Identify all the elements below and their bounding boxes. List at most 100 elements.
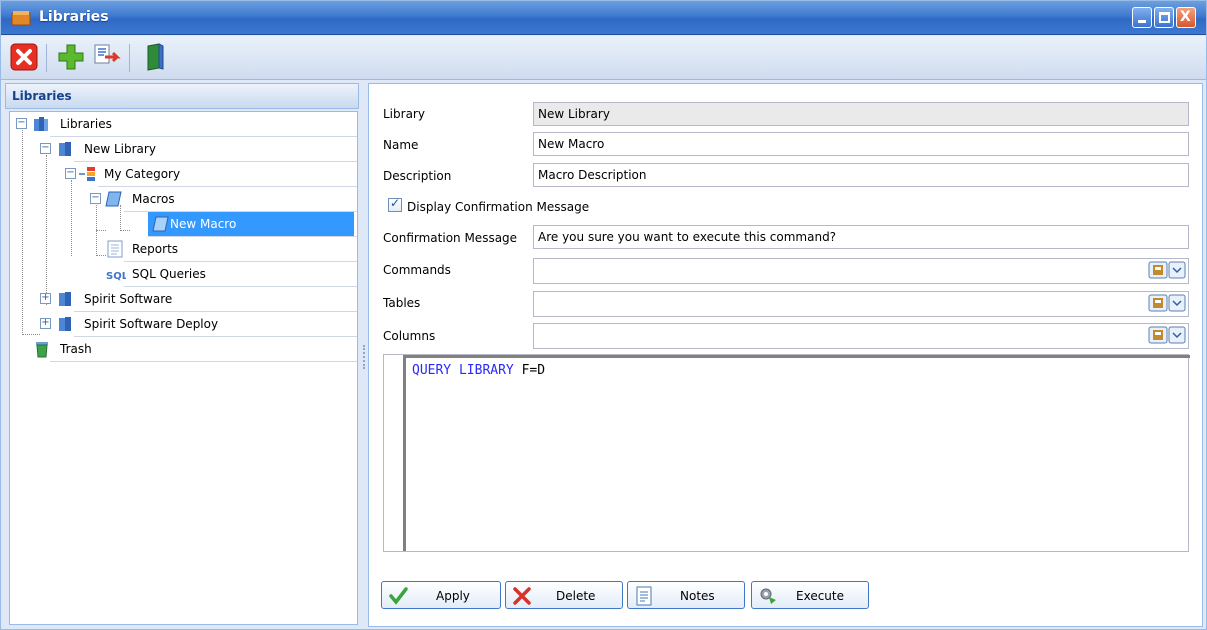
tree-item-label: Libraries: [60, 117, 112, 131]
editor-border: [384, 355, 1190, 358]
code-line: QUERY LIBRARY F=D: [412, 363, 545, 378]
sql-icon: SQL: [106, 271, 126, 282]
library-icon: [34, 117, 48, 131]
tree-line: [96, 230, 106, 231]
tree-line: [120, 230, 130, 231]
confirmation-message-field[interactable]: Are you sure you want to execute this co…: [533, 225, 1189, 249]
query-editor[interactable]: QUERY LIBRARY F=D: [383, 354, 1190, 552]
commands-picker-icon[interactable]: [1148, 261, 1186, 279]
close-button[interactable]: X: [1176, 7, 1196, 28]
tree-item-macros[interactable]: Macros: [124, 187, 357, 212]
tree-item-label: My Category: [104, 167, 181, 181]
tree-item-label: New Library: [84, 142, 156, 156]
expand-icon[interactable]: +: [40, 318, 51, 329]
app-icon: [11, 11, 31, 26]
notes-icon: [636, 586, 652, 606]
library-label: Library: [383, 107, 425, 121]
expand-icon[interactable]: +: [40, 293, 51, 304]
tree-item-trash[interactable]: Trash: [50, 337, 357, 362]
libraries-window: Libraries X Libraries Libraries − New Li…: [0, 0, 1207, 630]
libraries-panel: Libraries Libraries − New Library − My C…: [5, 83, 359, 627]
export-toolbar-button[interactable]: [91, 42, 121, 72]
window-title: Libraries: [39, 9, 109, 25]
scroll-icon: [152, 216, 169, 232]
commands-field[interactable]: [533, 258, 1189, 284]
code-keyword: QUERY LIBRARY: [412, 363, 514, 378]
collapse-icon[interactable]: −: [65, 168, 76, 179]
tree-item-label: Macros: [132, 192, 175, 206]
toolbar-separator: [46, 44, 47, 72]
description-field[interactable]: Macro Description: [533, 163, 1189, 187]
tree-item-my-category[interactable]: My Category: [98, 162, 357, 187]
collapse-icon[interactable]: −: [90, 193, 101, 204]
apply-label: Apply: [436, 589, 470, 603]
panel-header: Libraries: [5, 83, 359, 109]
tree-line: [46, 155, 47, 305]
collapse-icon[interactable]: −: [16, 118, 27, 129]
check-icon: ✓: [390, 196, 401, 210]
toolbar-separator: [129, 44, 130, 72]
close-icon: X: [1180, 9, 1191, 25]
collapse-icon[interactable]: −: [40, 143, 51, 154]
tree-item-spirit-software[interactable]: Spirit Software: [74, 287, 357, 312]
tree-item-spirit-software-deploy[interactable]: Spirit Software Deploy: [74, 312, 357, 337]
maximize-button[interactable]: [1154, 7, 1174, 28]
tree-item-reports[interactable]: Reports: [124, 237, 357, 262]
book-icon: [147, 43, 164, 71]
delete-button[interactable]: Delete: [505, 581, 623, 609]
columns-field[interactable]: [533, 323, 1189, 349]
code-text: F=D: [513, 363, 546, 378]
panel-splitter[interactable]: [360, 83, 368, 627]
display-confirmation-label[interactable]: Display Confirmation Message: [407, 200, 589, 214]
export-icon: [94, 44, 121, 64]
tables-picker-icon[interactable]: [1148, 294, 1186, 312]
notes-label: Notes: [680, 589, 715, 603]
trash-icon: [36, 342, 48, 358]
apply-button[interactable]: Apply: [381, 581, 501, 609]
editor-gutter: [384, 355, 406, 551]
tree-line: [120, 205, 121, 231]
tree-line: [96, 255, 106, 256]
book-icon: [59, 292, 71, 306]
tables-field[interactable]: [533, 291, 1189, 317]
tree-item-label: New Macro: [170, 217, 237, 231]
tree-line: [22, 130, 23, 335]
name-field[interactable]: New Macro: [533, 132, 1189, 156]
title-bar[interactable]: Libraries X: [1, 1, 1206, 35]
svg-text:SQL: SQL: [106, 271, 126, 282]
category-icon: [79, 167, 95, 181]
execute-icon: [760, 588, 776, 604]
delete-toolbar-button[interactable]: [9, 42, 39, 72]
tree-item-new-macro[interactable]: New Macro: [148, 212, 357, 237]
tree-item-libraries[interactable]: Libraries: [50, 112, 357, 137]
book-icon: [59, 317, 71, 331]
toolbar: [1, 36, 1206, 80]
add-toolbar-button[interactable]: [56, 42, 86, 72]
library-toolbar-button[interactable]: [139, 42, 169, 72]
columns-label: Columns: [383, 329, 436, 343]
name-label: Name: [383, 138, 419, 152]
notes-button[interactable]: Notes: [627, 581, 745, 609]
add-icon: [58, 44, 84, 70]
tree-item-sql-queries[interactable]: SQL Queries: [124, 262, 357, 287]
tree-item-label: Spirit Software Deploy: [84, 317, 219, 331]
confirmation-message-label: Confirmation Message: [383, 231, 518, 245]
execute-button[interactable]: Execute: [751, 581, 869, 609]
tree-line: [71, 180, 72, 256]
display-confirmation-checkbox[interactable]: ✓: [388, 196, 402, 212]
check-icon: [389, 587, 408, 605]
delete-label: Delete: [556, 589, 596, 603]
tree-item-label: Reports: [132, 242, 179, 256]
report-icon: [107, 240, 123, 258]
delete-icon: [513, 587, 531, 605]
library-field: New Library: [533, 102, 1189, 126]
tree-line: [22, 334, 40, 335]
description-label: Description: [383, 169, 452, 183]
library-tree[interactable]: Libraries − New Library − My Category −: [9, 111, 358, 625]
scroll-icon: [105, 191, 122, 207]
minimize-button[interactable]: [1132, 7, 1152, 28]
tree-item-new-library[interactable]: New Library: [74, 137, 357, 162]
columns-picker-icon[interactable]: [1148, 326, 1186, 344]
tree-item-label: Trash: [60, 342, 92, 356]
tables-label: Tables: [383, 296, 421, 310]
